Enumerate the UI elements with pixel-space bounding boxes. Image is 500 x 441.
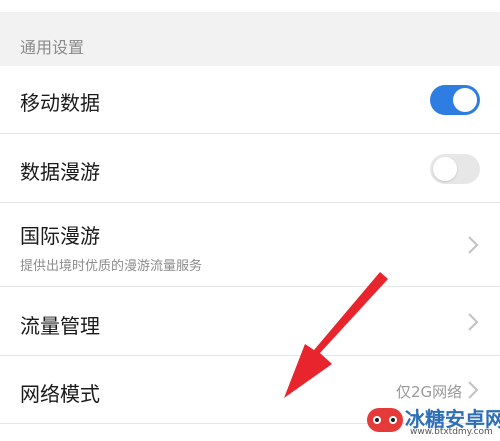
setting-label: 网络模式 bbox=[20, 382, 100, 406]
setting-label: 数据漫游 bbox=[20, 160, 100, 184]
data-roaming-toggle[interactable] bbox=[430, 154, 480, 184]
chevron-right-icon bbox=[468, 313, 479, 331]
watermark-logo-icon bbox=[367, 408, 403, 432]
setting-row-data-roaming[interactable]: 数据漫游 bbox=[0, 134, 500, 203]
setting-row-traffic-management[interactable]: 流量管理 bbox=[0, 287, 500, 356]
section-title: 通用设置 bbox=[20, 38, 85, 57]
mobile-data-toggle[interactable] bbox=[430, 85, 480, 115]
toggle-knob bbox=[433, 157, 457, 181]
setting-label: 流量管理 bbox=[20, 314, 100, 338]
network-mode-value: 仅2G网络 bbox=[396, 383, 463, 401]
watermark-url: www.btxtdmy.com bbox=[410, 427, 493, 437]
chevron-right-icon bbox=[468, 381, 479, 399]
setting-label: 移动数据 bbox=[20, 91, 100, 115]
chevron-right-icon bbox=[468, 236, 479, 254]
setting-label: 国际漫游 bbox=[20, 224, 100, 248]
settings-list: 移动数据 数据漫游 国际漫游 提供出境时优质的漫游流量服务 流量管理 网络模式 … bbox=[0, 66, 500, 441]
section-header: 通用设置 bbox=[0, 12, 500, 66]
toggle-knob bbox=[453, 88, 477, 112]
setting-row-mobile-data[interactable]: 移动数据 bbox=[0, 66, 500, 134]
top-band bbox=[0, 0, 500, 12]
setting-subtitle: 提供出境时优质的漫游流量服务 bbox=[20, 259, 203, 274]
setting-row-international-roaming[interactable]: 国际漫游 提供出境时优质的漫游流量服务 bbox=[0, 203, 500, 287]
